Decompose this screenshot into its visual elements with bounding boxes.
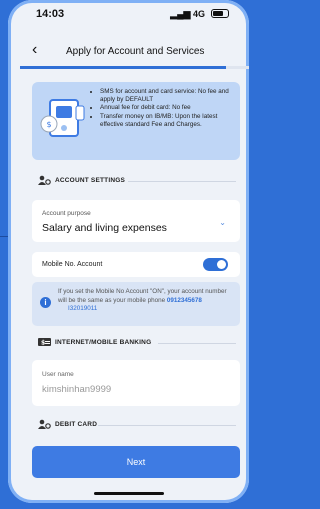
chevron-left-icon[interactable]: ‹	[32, 41, 37, 59]
note-phone: 0912345678	[166, 296, 202, 304]
divider	[128, 181, 236, 182]
note-account: I32019011	[68, 305, 98, 312]
fee-info-item: Transfer money on IB/MB: Upon the latest…	[100, 113, 240, 129]
progress-fill	[20, 66, 227, 69]
svg-text:$: $	[41, 340, 45, 347]
account-purpose-select[interactable]: Account purpose Salary and living expens…	[32, 200, 240, 242]
card-illustration-icon: $	[40, 99, 85, 137]
info-icon: i	[40, 297, 51, 308]
fee-info-list: SMS for account and card service: No fee…	[92, 88, 240, 129]
toggle-knob	[217, 260, 226, 269]
home-indicator	[94, 492, 164, 495]
signal-icon: ▂▄▆ 4G	[170, 9, 205, 19]
progress-bar	[20, 66, 249, 69]
bank-card-icon: $	[38, 338, 51, 347]
divider	[158, 343, 236, 344]
section-title: DEBIT CARD	[55, 421, 98, 428]
account-purpose-value: Salary and living expenses	[42, 222, 167, 234]
next-button[interactable]: Next	[32, 446, 240, 478]
mobile-account-note: i If you set the Mobile No Account "ON",…	[32, 282, 240, 326]
fee-info-item: Annual fee for debit card: No fee	[100, 104, 240, 112]
fee-info-item: SMS for account and card service: No fee…	[100, 88, 240, 104]
divider	[98, 425, 236, 426]
user-settings-icon	[38, 175, 51, 185]
user-settings-icon	[38, 419, 51, 429]
mobile-no-account-row: Mobile No. Account	[32, 252, 240, 277]
status-time: 14:03	[36, 8, 65, 20]
page-title: Apply for Account and Services	[66, 46, 205, 57]
section-title: ACCOUNT SETTINGS	[55, 177, 126, 184]
note-text: If you set the Mobile No Account "ON", y…	[58, 288, 227, 312]
status-bar: 14:03 ▂▄▆ 4G	[8, 0, 249, 28]
mobile-no-account-label: Mobile No. Account	[42, 261, 103, 268]
phone-frame: 14:03 ▂▄▆ 4G ‹ Apply for Account and Ser…	[8, 0, 249, 503]
fee-info-box: $ SMS for account and card service: No f…	[32, 82, 240, 160]
username-value: kimshinhan9999	[42, 384, 112, 395]
battery-icon	[211, 9, 229, 18]
account-purpose-label: Account purpose	[42, 210, 91, 217]
section-title: INTERNET/MOBILE BANKING	[55, 339, 152, 346]
mobile-no-account-toggle[interactable]	[203, 258, 228, 271]
username-label: User name	[42, 371, 74, 378]
username-field[interactable]: User name kimshinhan9999	[32, 360, 240, 406]
svg-text:$: $	[46, 120, 51, 129]
app-header: ‹ Apply for Account and Services	[8, 34, 249, 64]
chevron-down-icon: ⌄	[219, 218, 226, 227]
